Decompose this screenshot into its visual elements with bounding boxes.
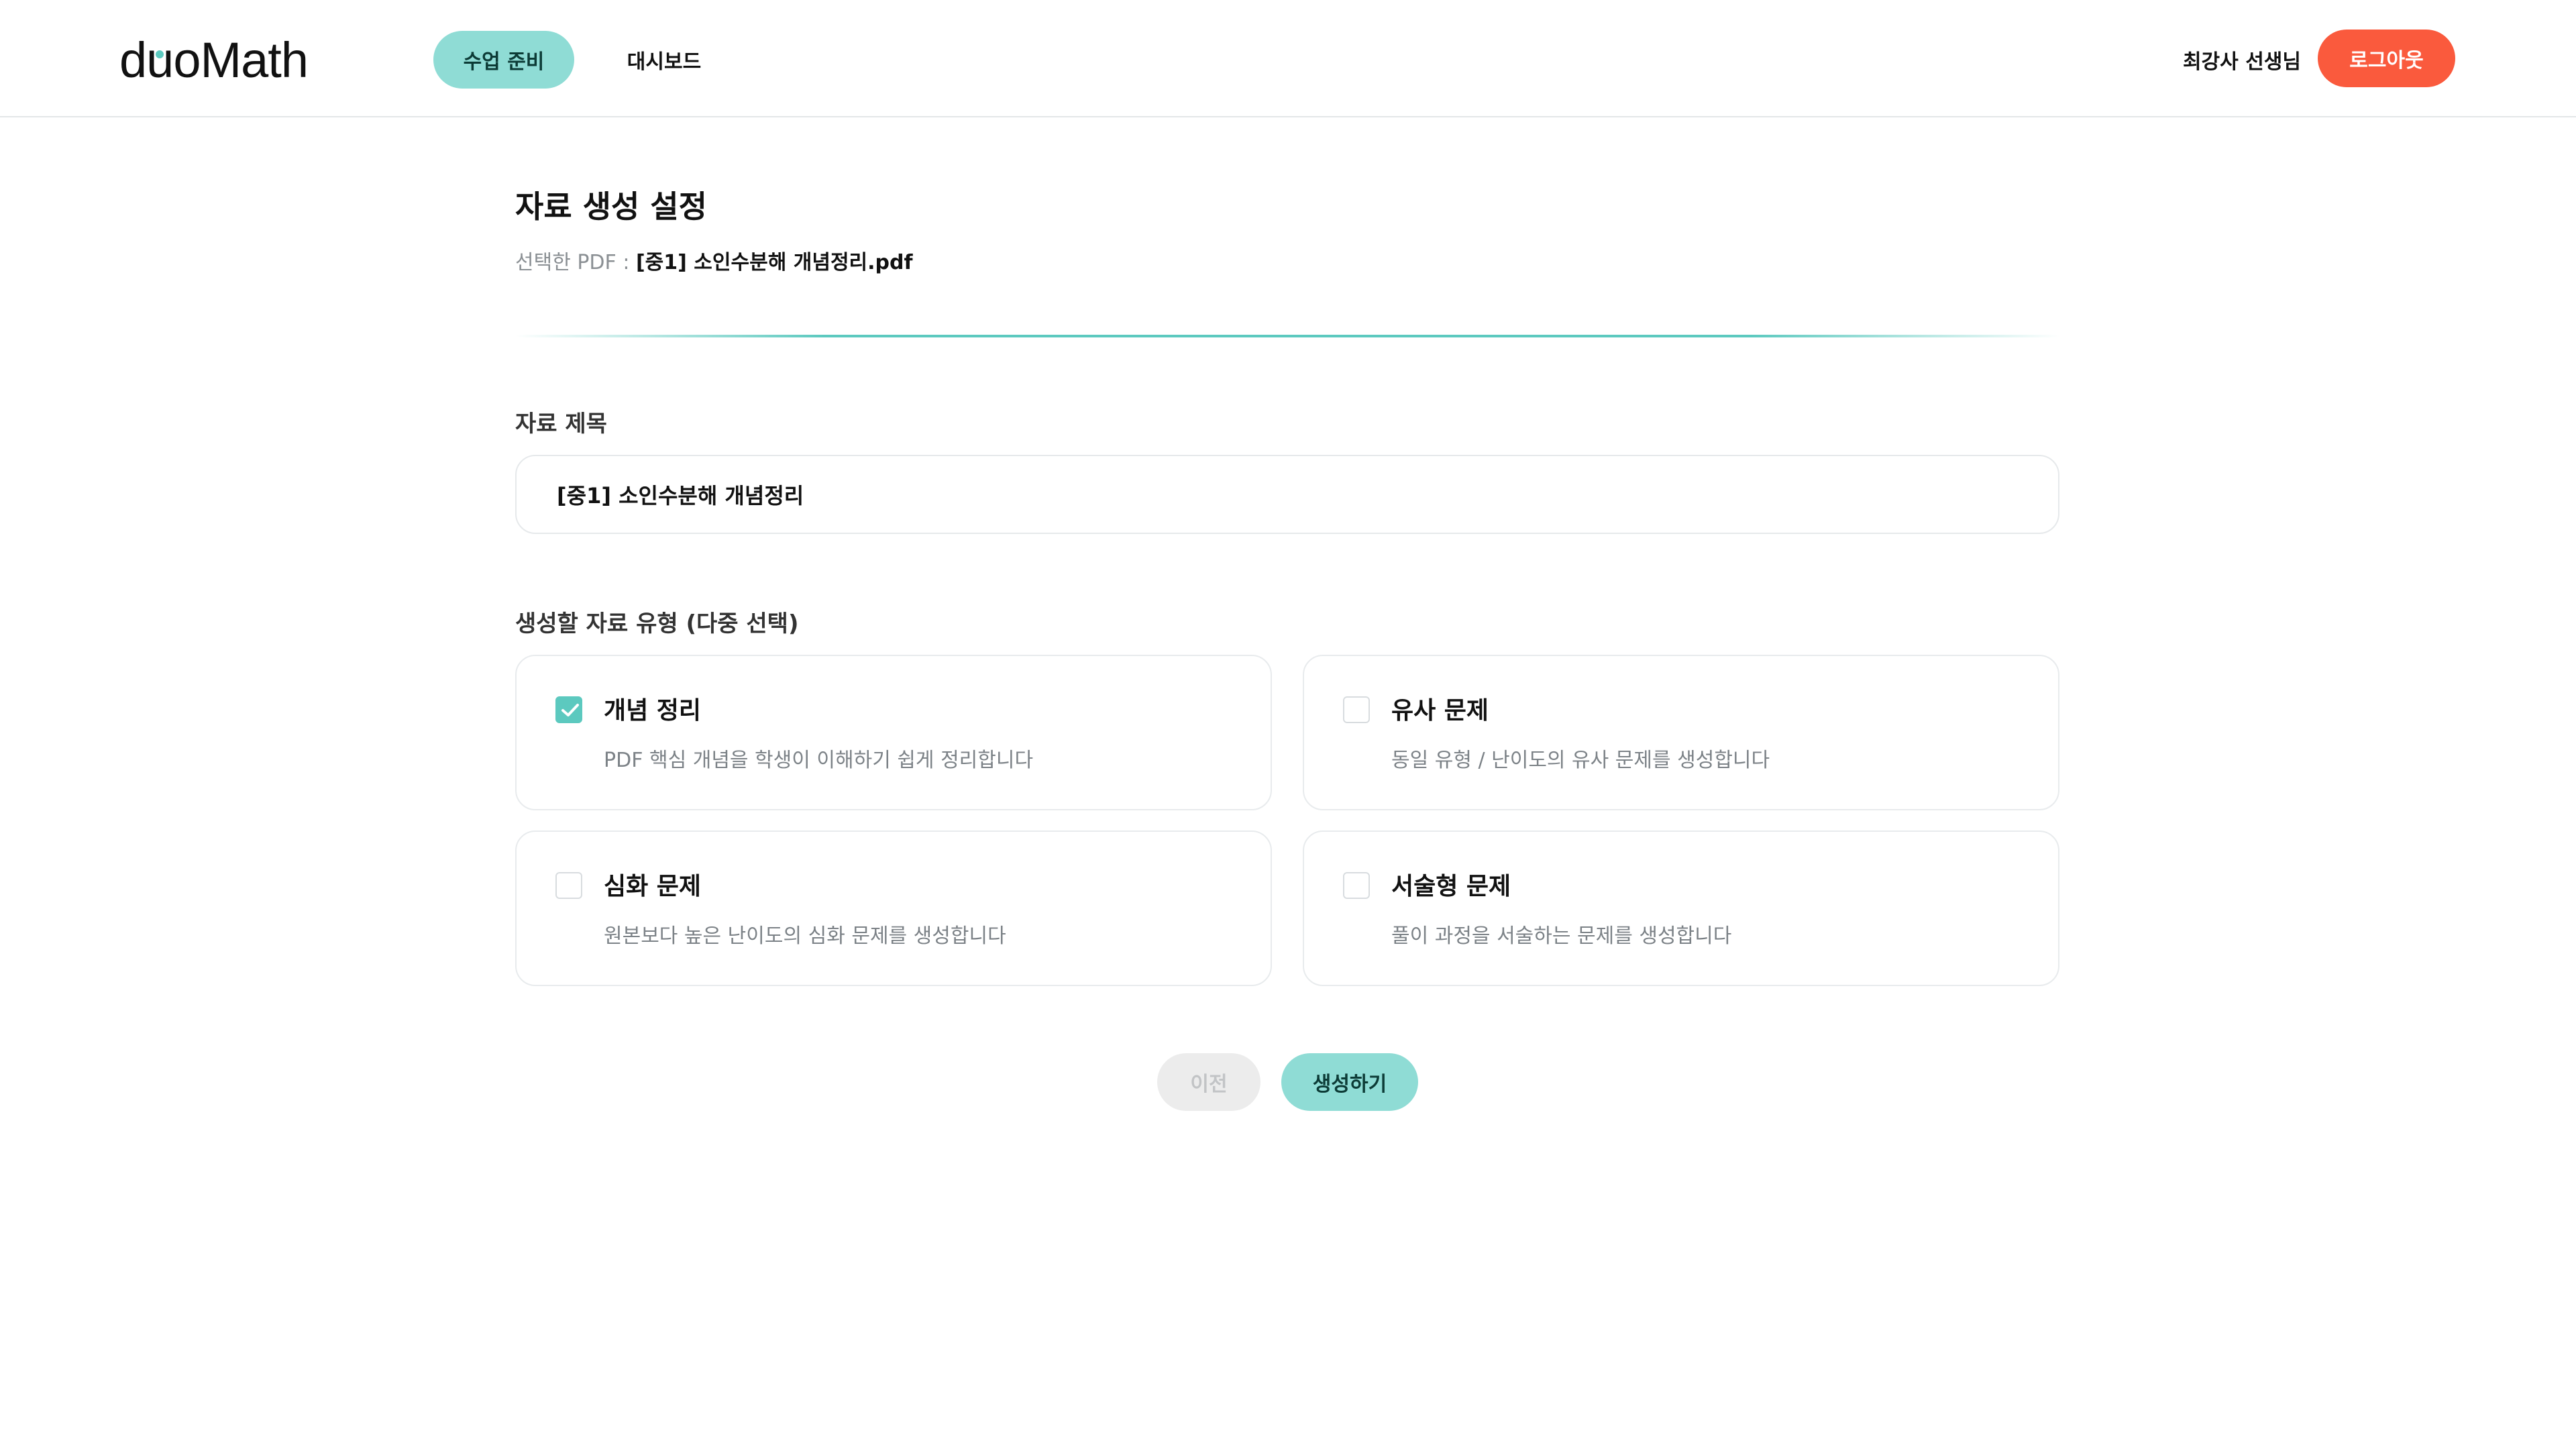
type-card-advanced[interactable]: 심화 문제 원본보다 높은 난이도의 심화 문제를 생성합니다 — [515, 830, 1272, 986]
page-title: 자료 생성 설정 — [515, 189, 707, 225]
descriptive-checkbox[interactable] — [1343, 872, 1370, 899]
generate-button[interactable]: 생성하기 — [1281, 1053, 1418, 1111]
type-card-title: 서술형 문제 — [1391, 873, 1511, 900]
selected-pdf-line: 선택한 PDF : [중1] 소인수분해 개념정리.pdf — [515, 246, 913, 275]
type-card-title: 개념 정리 — [604, 697, 702, 724]
nav-class-prep[interactable]: 수업 준비 — [433, 31, 574, 89]
logout-button[interactable]: 로그아웃 — [2318, 30, 2455, 87]
type-card-desc: 동일 유형 / 난이도의 유사 문제를 생성합니다 — [1391, 749, 1770, 772]
duomath-logo[interactable]: d u oMath — [119, 28, 309, 89]
nav-dashboard[interactable]: 대시보드 — [610, 31, 718, 89]
logo-text-u: u — [146, 32, 174, 88]
material-title-label: 자료 제목 — [515, 411, 607, 437]
check-icon — [561, 704, 579, 716]
material-types-label: 생성할 자료 유형 (다중 선택) — [515, 610, 799, 637]
type-card-desc: 원본보다 높은 난이도의 심화 문제를 생성합니다 — [604, 924, 1006, 948]
concept-checkbox[interactable] — [555, 696, 582, 723]
similar-checkbox[interactable] — [1343, 696, 1370, 723]
type-card-desc: 풀이 과정을 서술하는 문제를 생성합니다 — [1391, 924, 1732, 948]
type-card-desc: PDF 핵심 개념을 학생이 이해하기 쉽게 정리합니다 — [604, 749, 1034, 772]
selected-pdf-prefix: 선택한 PDF : — [515, 251, 636, 274]
section-divider — [515, 335, 2059, 337]
prev-button[interactable]: 이전 — [1157, 1053, 1260, 1111]
selected-pdf-name: [중1] 소인수분해 개념정리.pdf — [635, 251, 913, 274]
logo-text-prefix: d — [119, 32, 147, 88]
top-header: d u oMath 수업 준비 대시보드 최강사 선생님 로그아웃 — [0, 0, 2576, 117]
type-card-similar[interactable]: 유사 문제 동일 유형 / 난이도의 유사 문제를 생성합니다 — [1303, 655, 2059, 810]
type-card-title: 유사 문제 — [1391, 697, 1489, 724]
type-card-descriptive[interactable]: 서술형 문제 풀이 과정을 서술하는 문제를 생성합니다 — [1303, 830, 2059, 986]
type-card-title: 심화 문제 — [604, 873, 702, 900]
user-name: 최강사 선생님 — [2182, 50, 2301, 74]
advanced-checkbox[interactable] — [555, 872, 582, 899]
type-card-concept[interactable]: 개념 정리 PDF 핵심 개념을 학생이 이해하기 쉽게 정리합니다 — [515, 655, 1272, 810]
logo-text-suffix: oMath — [173, 32, 309, 88]
material-title-input[interactable] — [515, 455, 2059, 534]
